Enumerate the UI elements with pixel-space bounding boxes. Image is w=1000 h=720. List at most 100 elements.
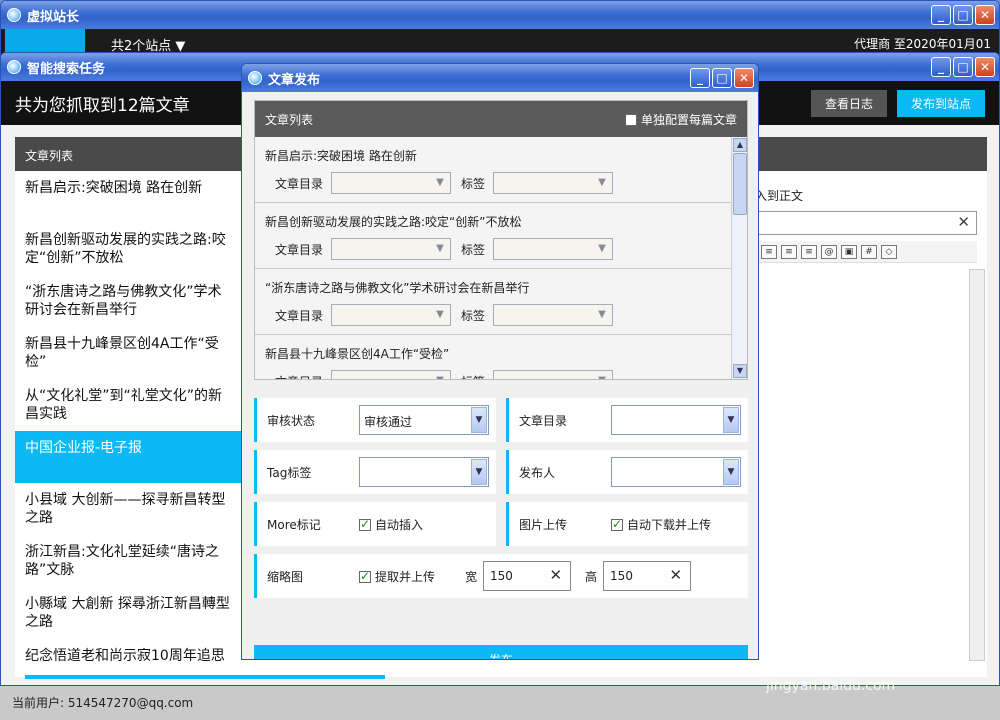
maximize-button[interactable]: □ [953, 57, 973, 77]
publish-body: 文章列表 单独配置每篇文章 新昌启示:突破困境 路在创新 文章目录 ▼ 标签 ▼… [242, 92, 758, 659]
tag-field-select[interactable]: ▼ [359, 457, 489, 487]
list-item[interactable]: 从“文化礼堂”到“礼堂文化”的新昌实践 [15, 379, 245, 431]
minimize-button[interactable]: _ [931, 5, 951, 25]
scroll-down-icon[interactable]: ▼ [733, 364, 747, 378]
link-icon[interactable]: @ [821, 244, 837, 259]
list-item[interactable]: 新昌启示:突破困境 路在创新 [15, 171, 245, 223]
publish-article-title: “浙东唐诗之路与佛教文化”学术研讨会在新昌举行 [265, 281, 530, 295]
auto-download-checkbox[interactable]: 自动下载并上传 [611, 516, 711, 533]
width-input[interactable]: 150 ✕ [483, 561, 572, 591]
chevron-down-icon: ▼ [436, 177, 444, 188]
source-code-icon[interactable]: ◇ [881, 244, 897, 259]
checkbox-checked[interactable] [359, 517, 371, 531]
individual-config-checkbox[interactable]: 单独配置每篇文章 [624, 111, 737, 128]
clear-icon[interactable]: ✕ [669, 566, 682, 584]
individual-config-label: 单独配置每篇文章 [640, 112, 737, 127]
list-item[interactable]: 浙江新昌:文化礼堂延续“唐诗之路”文脉 [15, 535, 245, 587]
list-item[interactable]: “浙东唐诗之路与佛教文化”学术研讨会在新昌举行 [15, 275, 245, 327]
tag-select[interactable]: ▼ [493, 304, 614, 326]
auto-insert-checkbox[interactable]: 自动插入 [359, 516, 423, 533]
publish-list-label: 文章列表 [265, 112, 314, 127]
progress-strip [25, 675, 385, 679]
height-input[interactable]: 150 ✕ [603, 561, 692, 591]
height-value: 150 [610, 569, 633, 583]
list-item[interactable]: 纪念悟道老和尚示寂10周年追思 [15, 639, 245, 677]
width-label: 宽 [465, 569, 478, 584]
publish-article-title: 新昌创新驱动发展的实践之路:咬定“创新”不放松 [265, 215, 522, 229]
dir-label: 文章目录 [275, 242, 324, 257]
agent-info: 代理商 至2020年01月01 [854, 37, 991, 51]
scroll-thumb[interactable] [733, 153, 747, 215]
app-icon [248, 71, 262, 85]
justify-icon[interactable]: ≡ [801, 244, 817, 259]
close-button[interactable]: ✕ [975, 5, 995, 25]
checkbox-unchecked[interactable] [624, 114, 637, 126]
main-titlebar[interactable]: 虚拟站长 _ □ ✕ [1, 1, 999, 29]
view-log-button[interactable]: 查看日志 [810, 89, 887, 117]
publish-article-item: “浙东唐诗之路与佛教文化”学术研讨会在新昌举行 文章目录 ▼ 标签 ▼ [255, 269, 731, 335]
image-icon[interactable]: ▣ [841, 244, 857, 259]
checkbox-checked[interactable] [611, 517, 623, 531]
clear-icon[interactable]: ✕ [549, 566, 562, 584]
auto-download-label: 自动下载并上传 [627, 517, 712, 532]
chevron-down-icon: ▼ [598, 177, 606, 188]
auto-insert-label: 自动插入 [375, 517, 424, 532]
align-center-icon[interactable]: ≡ [761, 244, 777, 259]
article-list-header: 文章列表 [15, 137, 245, 171]
tag-select[interactable]: ▼ [493, 370, 614, 379]
editor-area[interactable] [755, 263, 977, 673]
dir-label: 文章目录 [275, 176, 324, 191]
list-item-selected[interactable]: 中国企业报-电子报 [15, 431, 245, 483]
maximize-button[interactable]: □ [953, 5, 973, 25]
review-status-select[interactable]: 审核通过 ▼ [359, 405, 489, 435]
publish-article-header: 文章列表 单独配置每篇文章 [255, 101, 747, 137]
tag-label: 标签 [461, 242, 486, 257]
thumbnail-label: 缩略图 [267, 569, 304, 584]
height-label: 高 [585, 569, 598, 584]
article-title-input[interactable]: ✕ [755, 211, 977, 235]
publish-article-list: 新昌启示:突破困境 路在创新 文章目录 ▼ 标签 ▼ 新昌创新驱动发展的实践之路… [255, 137, 731, 379]
dir-select[interactable]: ▼ [331, 172, 452, 194]
publish-article-title: 新昌县十九峰景区创4A工作“受检” [265, 347, 450, 361]
close-button[interactable]: ✕ [734, 68, 754, 88]
chevron-down-icon: ▼ [594, 373, 610, 379]
list-item[interactable]: 小县域 大创新——探寻新昌转型之路 [15, 483, 245, 535]
tag-select[interactable]: ▼ [493, 172, 614, 194]
dir-select[interactable]: ▼ [331, 238, 452, 260]
insert-body-label: 入到正文 [755, 189, 804, 203]
article-list: 文章列表 新昌启示:突破困境 路在创新 新昌创新驱动发展的实践之路:咬定“创新”… [15, 137, 245, 677]
dir-select[interactable]: ▼ [331, 304, 452, 326]
dir-select[interactable]: ▼ [331, 370, 452, 379]
scroll-up-icon[interactable]: ▲ [733, 138, 747, 152]
editor-scrollbar[interactable] [969, 269, 985, 661]
list-item[interactable]: 新昌县十九峰景区创4A工作“受检” [15, 327, 245, 379]
minimize-button[interactable]: _ [931, 57, 951, 77]
tag-field-label: Tag标签 [267, 465, 312, 480]
publisher-select[interactable]: ▼ [611, 457, 741, 487]
editor-toolbar: ≡ ≡ ≡ @ ▣ # ◇ [755, 241, 977, 263]
publish-button[interactable]: 发布 [254, 645, 748, 659]
publish-article-item: 新昌创新驱动发展的实践之路:咬定“创新”不放松 文章目录 ▼ 标签 ▼ [255, 203, 731, 269]
article-dir-select[interactable]: ▼ [611, 405, 741, 435]
article-list-scrollbar[interactable]: ▲ ▼ [731, 137, 747, 379]
publish-dialog-title: 文章发布 [268, 72, 321, 88]
minimize-button[interactable]: _ [690, 68, 710, 88]
align-right-icon[interactable]: ≡ [781, 244, 797, 259]
list-item[interactable]: 新昌创新驱动发展的实践之路:咬定“创新”不放松 [15, 223, 245, 275]
chevron-down-icon: ▼ [598, 309, 606, 320]
review-status-row: 审核状态 审核通过 ▼ [254, 398, 496, 442]
checkbox-checked[interactable] [359, 569, 371, 583]
app-icon [7, 8, 21, 22]
chevron-down-icon: ▼ [471, 407, 487, 433]
extract-upload-checkbox[interactable]: 提取并上传 [359, 568, 435, 585]
close-button[interactable]: ✕ [975, 57, 995, 77]
clear-icon[interactable]: ✕ [957, 213, 970, 231]
publisher-label: 发布人 [519, 465, 556, 480]
table-icon[interactable]: # [861, 244, 877, 259]
tag-select[interactable]: ▼ [493, 238, 614, 260]
publish-titlebar[interactable]: 文章发布 _ □ ✕ [242, 64, 758, 92]
publish-to-site-button[interactable]: 发布到站点 [896, 89, 985, 117]
list-item[interactable]: 小縣域 大創新 探尋浙江新昌轉型之路 [15, 587, 245, 639]
maximize-button[interactable]: □ [712, 68, 732, 88]
dir-label: 文章目录 [275, 373, 323, 380]
